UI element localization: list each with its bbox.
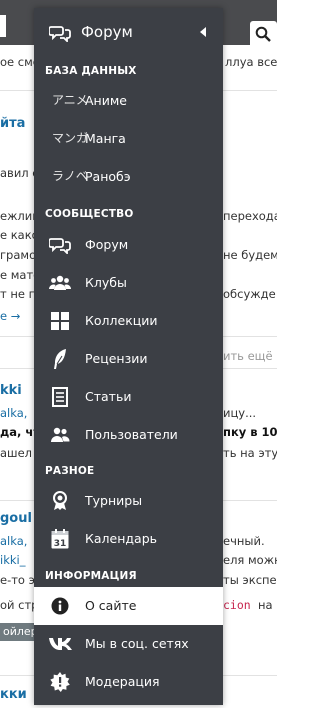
info-icon bbox=[48, 595, 72, 617]
calendar-icon: 31 bbox=[48, 528, 72, 550]
manga-kana-icon: マンガ bbox=[52, 131, 89, 145]
bg-text: ой стр bbox=[0, 598, 39, 612]
menu-item-label: Манга bbox=[85, 131, 126, 146]
search-button[interactable] bbox=[250, 21, 277, 48]
menu-header-forum[interactable]: Форум bbox=[34, 8, 223, 58]
chat-bubbles-icon bbox=[48, 234, 72, 256]
bg-text: ечный. bbox=[223, 534, 265, 548]
bg-text: ить ещё bbox=[223, 349, 273, 363]
section-title-database: БАЗА ДАННЫХ bbox=[45, 65, 137, 77]
menu-item-label: Пользователи bbox=[85, 427, 178, 442]
bg-mention[interactable]: alka, bbox=[0, 534, 27, 548]
menu-item-label: Клубы bbox=[85, 275, 127, 290]
bg-code: cion bbox=[223, 598, 251, 612]
menu-item-social[interactable]: Мы в соц. сетях bbox=[34, 625, 223, 663]
menu-item-label: Модерация bbox=[85, 674, 160, 689]
menu-item-reviews[interactable]: Рецензии bbox=[34, 340, 223, 378]
bg-heading: йта bbox=[0, 116, 26, 131]
menu-item-tournaments[interactable]: Турниры bbox=[34, 482, 223, 520]
menu-item-label: Календарь bbox=[85, 531, 157, 546]
users-icon bbox=[48, 424, 72, 446]
search-icon bbox=[255, 26, 271, 42]
menu-item-about[interactable]: О сайте bbox=[34, 587, 223, 625]
menu-item-ranobe[interactable]: ラノベ Ранобэ bbox=[34, 158, 223, 196]
bg-spoiler-label[interactable]: ойлер bbox=[0, 623, 38, 641]
menu-item-label: Мы в соц. сетях bbox=[85, 636, 189, 651]
calendar-day: 31 bbox=[54, 539, 67, 549]
navigation-menu: Форум БАЗА ДАННЫХ アニメ Аниме マンガ Манга ラノ… bbox=[34, 8, 223, 705]
chat-bubbles-icon bbox=[48, 24, 71, 46]
bg-text: ллуа все bbox=[225, 55, 277, 69]
ranobe-kana-icon: ラノベ bbox=[52, 169, 88, 183]
menu-item-manga[interactable]: マンガ Манга bbox=[34, 120, 223, 158]
users-group-icon bbox=[48, 272, 72, 294]
collapse-arrow-icon[interactable] bbox=[200, 27, 206, 37]
bg-text: ты экспе bbox=[223, 573, 277, 587]
menu-item-clubs[interactable]: Клубы bbox=[34, 264, 223, 302]
menu-item-anime[interactable]: アニメ Аниме bbox=[34, 82, 223, 120]
bg-text: авил с bbox=[0, 166, 39, 180]
section-title-community: СООБЩЕСТВО bbox=[45, 208, 134, 220]
menu-item-label: Ранобэ bbox=[85, 169, 131, 184]
bg-username[interactable]: goul bbox=[0, 512, 32, 526]
bg-text: е-то э bbox=[0, 573, 35, 587]
bg-text: е како bbox=[0, 228, 39, 242]
menu-item-label: Турниры bbox=[85, 493, 143, 508]
menu-item-label: Аниме bbox=[85, 93, 127, 108]
menu-item-moderation[interactable]: Модерация bbox=[34, 663, 223, 701]
menu-item-articles[interactable]: Статьи bbox=[34, 378, 223, 416]
anime-kana-icon: アニメ bbox=[52, 93, 88, 107]
menu-item-forum[interactable]: Форум bbox=[34, 226, 223, 264]
bg-text: ть на эту bbox=[223, 446, 277, 460]
section-title-misc: РАЗНОЕ bbox=[45, 465, 95, 477]
bg-text: обсужде bbox=[223, 287, 276, 301]
menu-item-users[interactable]: Пользователи bbox=[34, 416, 223, 454]
bg-mention[interactable]: alka, bbox=[0, 406, 27, 420]
menu-item-label: Коллекции bbox=[85, 313, 158, 328]
top-bar-left-edge bbox=[0, 15, 6, 37]
menu-item-collections[interactable]: Коллекции bbox=[34, 302, 223, 340]
menu-item-label: Рецензии bbox=[85, 351, 148, 366]
menu-item-label: Форум bbox=[85, 237, 129, 252]
bg-text: на bbox=[258, 598, 273, 612]
section-title-information: ИНФОРМАЦИЯ bbox=[45, 570, 137, 582]
moderation-gear-icon bbox=[48, 671, 72, 693]
bg-more-link[interactable]: е → bbox=[0, 309, 20, 323]
menu-header-label: Форум bbox=[81, 23, 133, 41]
menu-item-label: О сайте bbox=[85, 598, 137, 613]
feather-icon bbox=[48, 348, 72, 370]
bg-text: еля можн bbox=[223, 553, 277, 567]
menu-item-label: Статьи bbox=[85, 389, 132, 404]
bg-text: переходам bbox=[223, 209, 277, 223]
vk-icon bbox=[48, 633, 72, 655]
document-icon bbox=[48, 386, 72, 408]
bg-text: не будем bbox=[223, 248, 277, 262]
bg-text: ицу... bbox=[223, 406, 257, 420]
bg-username[interactable]: кки bbox=[0, 688, 27, 702]
grid-icon bbox=[48, 310, 72, 332]
award-icon bbox=[48, 490, 72, 512]
bg-text: ашел bbox=[0, 446, 32, 460]
bg-mention[interactable]: ikki_ bbox=[0, 553, 25, 567]
bg-text: пку в 10 bbox=[223, 425, 277, 439]
menu-item-calendar[interactable]: 31 Календарь bbox=[34, 520, 223, 558]
bg-username[interactable]: kki bbox=[0, 384, 22, 398]
